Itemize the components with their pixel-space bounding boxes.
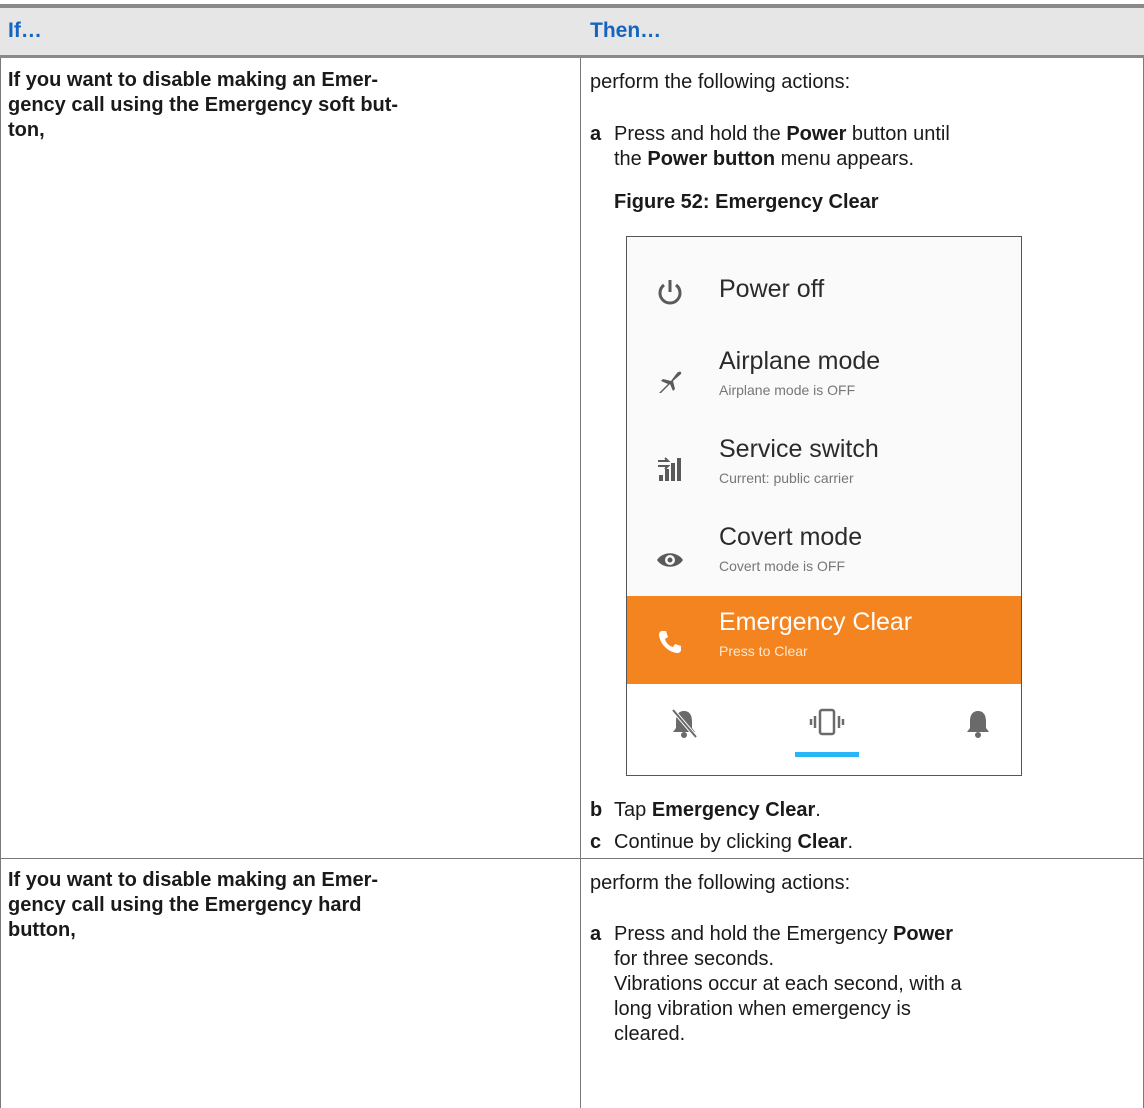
row-2-step-a: a Press and hold the Emergency Power for… bbox=[590, 922, 1120, 1047]
condition-line: gency call using the Emergency soft but- bbox=[8, 94, 399, 116]
power-menu-figure: Power off Airplane mode Airplane mode is… bbox=[626, 236, 1022, 776]
table-left-border bbox=[0, 58, 1, 1108]
menu-item-covert-mode: Covert mode Covert mode is OFF bbox=[627, 513, 1021, 601]
step-text: . bbox=[815, 799, 821, 821]
row-2-intro: perform the following actions: bbox=[590, 872, 851, 894]
step-text: for three seconds. bbox=[614, 948, 775, 970]
row-1-step-a: a Press and hold the Power button until … bbox=[590, 122, 1120, 172]
vibrate-icon bbox=[809, 708, 845, 736]
airplane-icon bbox=[659, 371, 682, 393]
step-text: Tap bbox=[614, 799, 652, 821]
step-text: button until bbox=[846, 123, 950, 145]
row-1-condition: If you want to disable making an Emer- g… bbox=[8, 68, 548, 143]
selected-mode-indicator bbox=[795, 752, 859, 757]
step-text: Continue by clicking bbox=[614, 831, 798, 853]
menu-item-title: Covert mode bbox=[719, 523, 863, 551]
menu-item-power-off: Power off bbox=[627, 249, 1021, 337]
step-text: the bbox=[614, 148, 648, 170]
step-emphasis: Power button bbox=[647, 148, 776, 170]
row-divider bbox=[0, 858, 1144, 859]
step-text: Press and hold the Emergency bbox=[614, 923, 894, 945]
step-text: Press and hold the bbox=[614, 123, 787, 145]
figure-title: Figure 52: Emergency Clear bbox=[614, 191, 879, 213]
power-icon bbox=[658, 280, 682, 305]
step-text: Vibrations occur at each second, with a bbox=[614, 973, 962, 995]
eye-icon bbox=[657, 553, 683, 567]
menu-item-subtitle: Press to Clear bbox=[719, 643, 808, 659]
bell-icon bbox=[967, 711, 989, 738]
step-letter: b bbox=[590, 799, 603, 821]
row-1-step-b: b Tap Emergency Clear. bbox=[590, 798, 1120, 823]
table-header: If… Then… bbox=[0, 8, 1144, 58]
condition-line: button, bbox=[8, 919, 76, 941]
row-2-condition: If you want to disable making an Emer- g… bbox=[8, 868, 548, 943]
menu-item-title: Emergency Clear bbox=[719, 608, 913, 636]
step-text: long vibration when emergency is bbox=[614, 998, 911, 1020]
header-then: Then… bbox=[590, 19, 662, 42]
menu-item-title: Power off bbox=[719, 275, 825, 303]
menu-item-subtitle: Current: public carrier bbox=[719, 470, 854, 486]
step-text: . bbox=[847, 831, 854, 853]
step-emphasis: Clear bbox=[797, 831, 848, 853]
step-text: menu appears. bbox=[775, 148, 915, 170]
menu-item-title: Service switch bbox=[719, 435, 879, 463]
column-divider bbox=[580, 58, 581, 1108]
step-emphasis: Power bbox=[893, 923, 954, 945]
phone-icon bbox=[659, 631, 681, 653]
menu-item-emergency-clear: Emergency Clear Press to Clear bbox=[627, 596, 1021, 684]
condition-line: If you want to disable making an Emer- bbox=[8, 69, 379, 91]
step-emphasis: Power bbox=[786, 123, 847, 145]
document-page: If… Then… If you want to disable making … bbox=[0, 0, 1144, 1108]
condition-line: gency call using the Emergency hard bbox=[8, 894, 362, 916]
menu-item-airplane-mode: Airplane mode Airplane mode is OFF bbox=[627, 337, 1021, 425]
menu-item-service-switch: Service switch Current: public carrier bbox=[627, 425, 1021, 513]
menu-item-subtitle: Covert mode is OFF bbox=[719, 558, 846, 574]
row-1-intro: perform the following actions: bbox=[590, 71, 851, 93]
sound-mode-bar bbox=[627, 684, 1021, 775]
bell-off-icon bbox=[671, 708, 698, 739]
header-if: If… bbox=[8, 19, 42, 42]
row-1-step-c: c Continue by clicking Clear. bbox=[590, 830, 1120, 855]
step-letter: a bbox=[590, 123, 602, 145]
menu-item-subtitle: Airplane mode is OFF bbox=[719, 382, 856, 398]
service-switch-icon bbox=[658, 457, 681, 481]
step-text: cleared. bbox=[614, 1023, 686, 1045]
condition-line: ton, bbox=[8, 119, 45, 141]
step-letter: c bbox=[590, 831, 602, 853]
menu-item-title: Airplane mode bbox=[719, 347, 881, 375]
condition-line: If you want to disable making an Emer- bbox=[8, 869, 379, 891]
step-letter: a bbox=[590, 923, 602, 945]
step-emphasis: Emergency Clear bbox=[651, 799, 816, 821]
